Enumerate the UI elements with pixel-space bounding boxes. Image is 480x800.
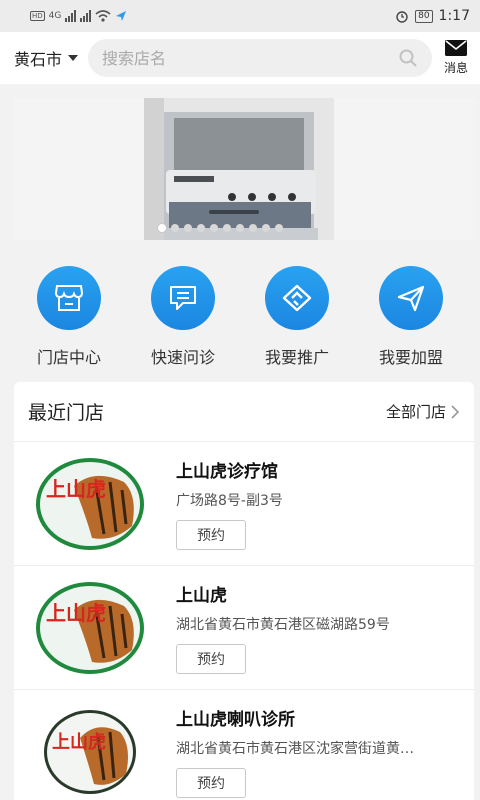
recent-stores-card: 最近门店 全部门店 上山虎 上山虎诊疗馆 广场路8号-副3号 预约 上山虎 上山… [14, 382, 474, 800]
store-address: 广场路8号-副3号 [176, 493, 283, 509]
logo-text: 上山虎 [46, 477, 106, 501]
store-name: 上山虎喇叭诊所 [176, 710, 295, 730]
signal-icon [65, 10, 77, 22]
status-time: 1:17 [438, 8, 470, 24]
city-selector[interactable]: 黄石市 [14, 46, 79, 70]
banner-image [14, 98, 476, 240]
send-notification-icon [116, 11, 127, 21]
pagination-dot[interactable] [210, 224, 218, 232]
store-icon [37, 266, 101, 330]
pagination-dot[interactable] [197, 224, 205, 232]
search-icon[interactable] [398, 48, 418, 68]
search-input[interactable] [102, 48, 399, 68]
store-item[interactable]: 上山虎 上山虎喇叭诊所 湖北省黄石市黄石港区沈家营街道黄… 预约 [14, 690, 474, 800]
shortcut-grid: 门店中心 快速问诊 我要推广 我要加盟 [0, 250, 480, 370]
chevron-right-icon [451, 404, 460, 419]
shortcut-store-center[interactable]: 门店中心 [19, 250, 119, 370]
store-address: 湖北省黄石市黄石港区沈家营街道黄… [176, 741, 414, 757]
store-item[interactable]: 上山虎 上山虎 湖北省黄石市黄石港区磁湖路59号 预约 [14, 566, 474, 690]
signal-icon-2 [80, 10, 92, 22]
mail-icon [444, 40, 467, 56]
shortcut-promote[interactable]: 我要推广 [247, 250, 347, 370]
book-button[interactable]: 预约 [176, 768, 246, 798]
recent-stores-header: 最近门店 全部门店 [14, 382, 474, 442]
pagination-dot[interactable] [223, 224, 231, 232]
promo-banner[interactable] [14, 98, 476, 240]
alarm-icon [396, 11, 408, 23]
battery-icon: 80 [415, 9, 433, 23]
store-name: 上山虎诊疗馆 [176, 462, 278, 482]
shortcut-label: 快速问诊 [150, 348, 215, 367]
store-item[interactable]: 上山虎 上山虎诊疗馆 广场路8号-副3号 预约 [14, 442, 474, 566]
shortcut-quick-consult[interactable]: 快速问诊 [133, 250, 233, 370]
store-logo: 上山虎 [36, 581, 144, 674]
message-label: 消息 [443, 61, 468, 75]
pagination-dot[interactable] [171, 224, 179, 232]
store-logo: 上山虎 [44, 709, 136, 794]
top-header: 黄石市 消息 [0, 32, 480, 84]
shortcut-label: 门店中心 [36, 348, 101, 367]
pagination-dot[interactable] [184, 224, 192, 232]
status-right: 80 1:17 [395, 8, 470, 24]
chat-icon [151, 266, 215, 330]
search-bar[interactable] [88, 39, 433, 77]
store-logo: 上山虎 [36, 457, 144, 550]
shortcut-label: 我要加盟 [378, 348, 443, 367]
store-address: 湖北省黄石市黄石港区磁湖路59号 [176, 617, 390, 633]
book-button[interactable]: 预约 [176, 644, 246, 674]
pagination-dot[interactable] [236, 224, 244, 232]
pagination-dot[interactable] [249, 224, 257, 232]
banner-pagination [158, 224, 283, 232]
logo-text: 上山虎 [52, 731, 106, 753]
logo-text: 上山虎 [46, 601, 106, 625]
network-label: 4G [48, 11, 62, 21]
shortcut-label: 我要推广 [264, 348, 329, 367]
status-bar: HD 4G 80 1:17 [0, 0, 480, 32]
store-info: 上山虎 湖北省黄石市黄石港区磁湖路59号 预约 [176, 581, 438, 674]
all-stores-link[interactable]: 全部门店 [386, 401, 460, 422]
all-stores-label: 全部门店 [385, 403, 446, 421]
city-label: 黄石市 [14, 50, 63, 69]
section-title: 最近门店 [28, 402, 105, 424]
chevron-down-icon [68, 55, 79, 61]
shortcut-join[interactable]: 我要加盟 [361, 250, 461, 370]
wifi-icon [95, 10, 111, 22]
store-info: 上山虎诊疗馆 广场路8号-副3号 预约 [176, 457, 438, 550]
pagination-dot[interactable] [275, 224, 283, 232]
paper-plane-icon [379, 266, 443, 330]
handshake-icon [265, 266, 329, 330]
pagination-dot[interactable] [262, 224, 270, 232]
store-name: 上山虎 [176, 586, 227, 606]
pagination-dot[interactable] [158, 224, 166, 232]
status-left: HD 4G [30, 10, 127, 22]
book-button[interactable]: 预约 [176, 520, 246, 550]
hd-icon: HD [30, 11, 45, 21]
message-button[interactable]: 消息 [444, 40, 468, 76]
store-info: 上山虎喇叭诊所 湖北省黄石市黄石港区沈家营街道黄… 预约 [176, 705, 438, 798]
